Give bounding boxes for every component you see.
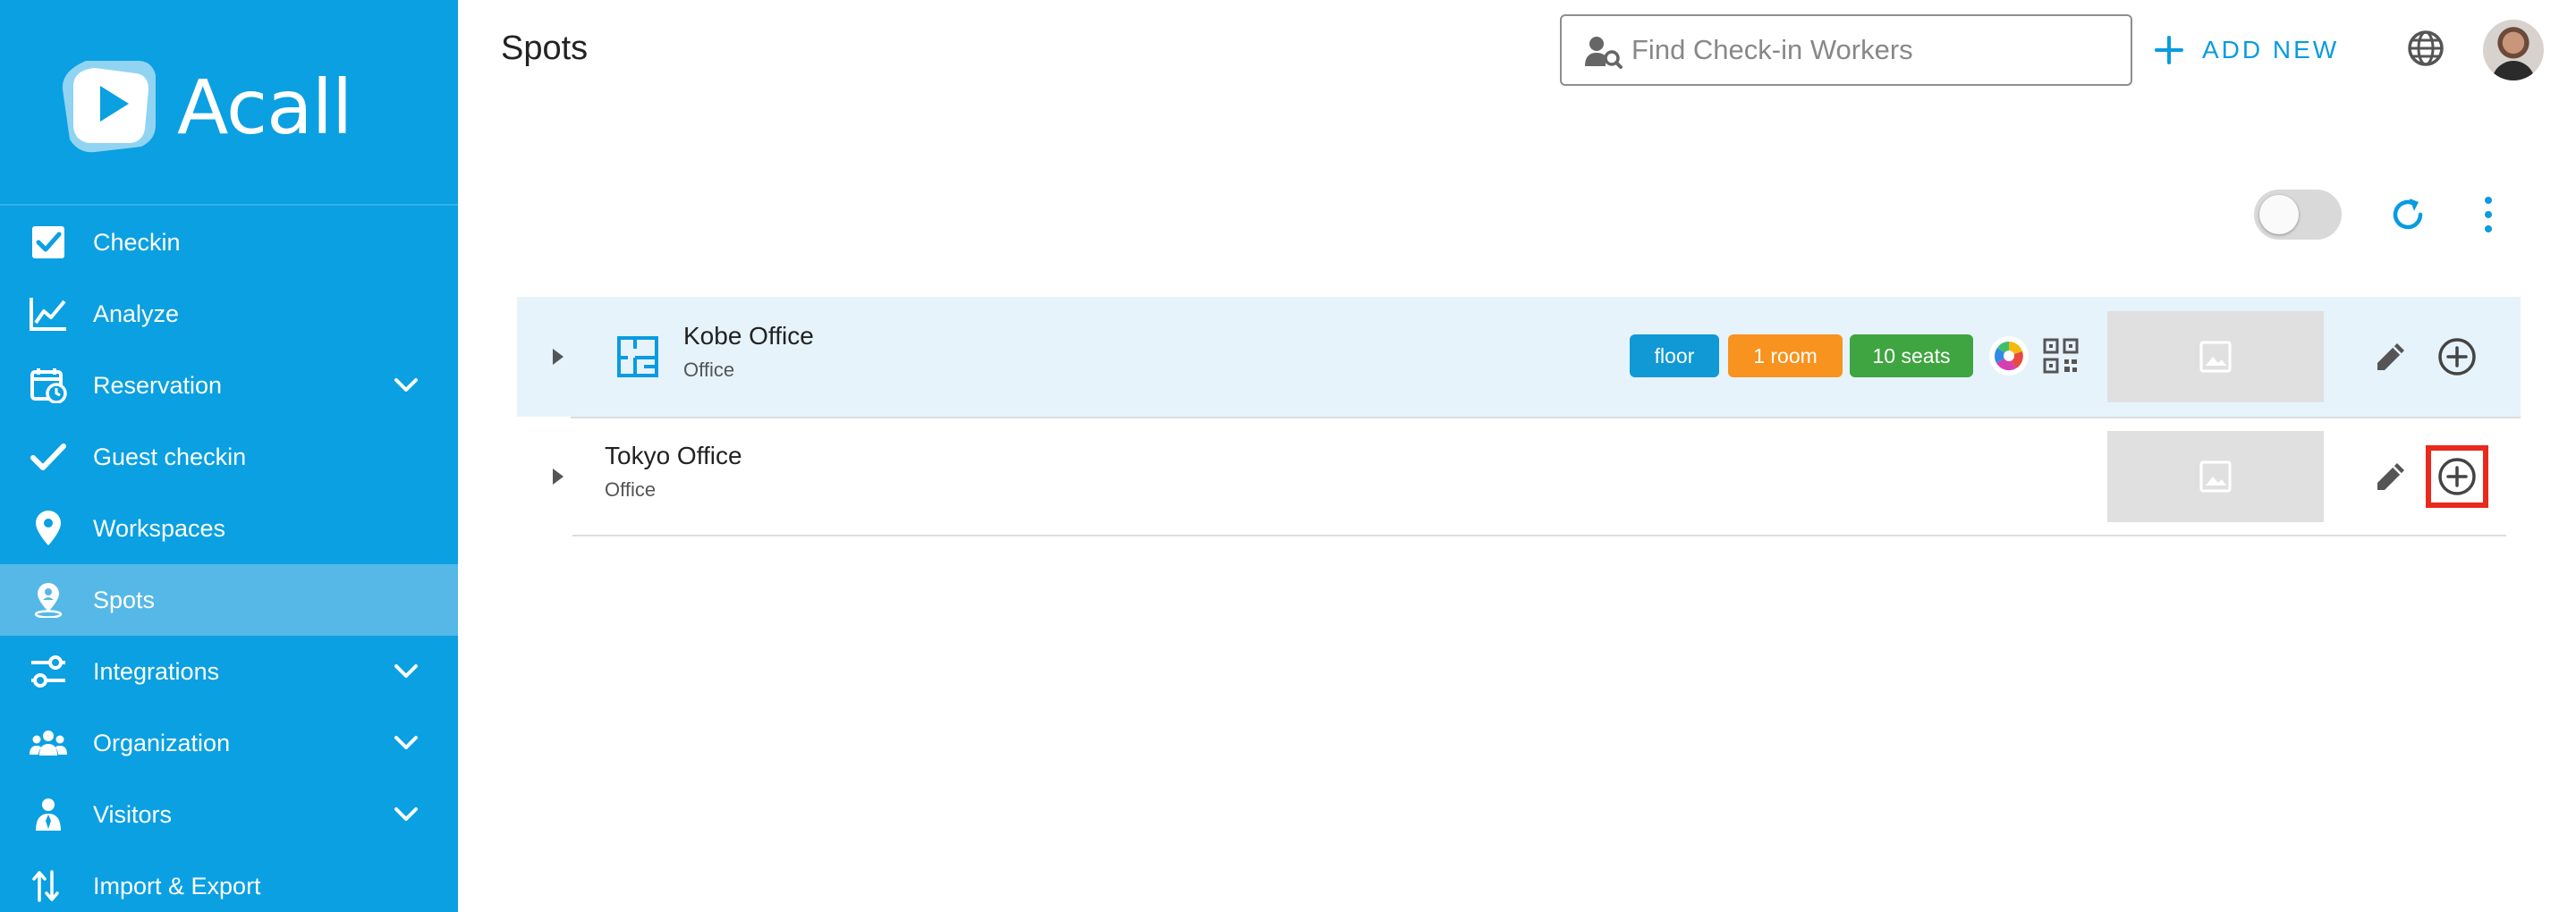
app-logo-icon (1989, 336, 2029, 376)
sliders-icon (31, 655, 65, 688)
search-person-icon (1585, 37, 1623, 69)
expand-caret-icon[interactable] (547, 463, 569, 490)
logo-area: Acall (0, 0, 458, 206)
toggle-knob (2259, 195, 2299, 234)
globe-icon[interactable] (2406, 29, 2445, 68)
sidebar-item-label: Reservation (93, 372, 223, 399)
checkbox-icon (32, 226, 64, 258)
sidebar: Acall Checkin Analyze Reservation Guest … (0, 0, 458, 912)
expand-caret-icon[interactable] (547, 343, 569, 370)
sidebar-item-guest-checkin[interactable]: Guest checkin (0, 421, 458, 493)
search-box[interactable] (1560, 14, 2132, 86)
spot-row[interactable]: Kobe Office Office floor 1 room 10 seats (517, 297, 2521, 418)
visitor-icon (36, 798, 61, 831)
chevron-down-icon[interactable] (392, 730, 420, 756)
spot-name: Kobe Office (683, 322, 814, 350)
sidebar-item-label: Analyze (93, 300, 180, 327)
sidebar-item-label: Import & Export (93, 873, 261, 899)
add-child-spot-icon[interactable] (2436, 456, 2478, 497)
floor-tag: floor (1630, 334, 1719, 377)
image-icon (2199, 460, 2232, 493)
add-new-button[interactable]: ADD NEW (2154, 21, 2339, 79)
map-pin-icon (36, 511, 61, 545)
sidebar-item-reservation[interactable]: Reservation (0, 350, 458, 421)
room-count-tag: 1 room (1728, 334, 1843, 377)
sidebar-item-spots[interactable]: Spots (0, 564, 458, 636)
spot-type: Office (683, 359, 735, 381)
import-export-icon (32, 870, 59, 902)
spot-image-placeholder[interactable] (2107, 311, 2324, 402)
sidebar-item-label: Spots (93, 587, 156, 613)
chevron-down-icon[interactable] (392, 659, 420, 684)
spot-type: Office (605, 478, 657, 501)
spot-image-placeholder[interactable] (2107, 431, 2324, 522)
avatar[interactable] (2483, 20, 2544, 80)
search-input[interactable] (1631, 25, 2114, 75)
add-new-label: ADD NEW (2202, 36, 2340, 63)
sidebar-item-integrations[interactable]: Integrations (0, 636, 458, 707)
refresh-icon[interactable] (2386, 193, 2429, 236)
avatar-shirt (2492, 61, 2535, 80)
floor-plan-icon (617, 336, 658, 377)
add-child-spot-icon[interactable] (2436, 336, 2478, 377)
sidebar-item-label: Guest checkin (93, 443, 247, 470)
sidebar-item-workspaces[interactable]: Workspaces (0, 493, 458, 564)
sidebar-item-checkin[interactable]: Checkin (0, 207, 458, 278)
edit-pencil-icon[interactable] (2372, 458, 2410, 495)
checkmark-icon (30, 443, 66, 470)
qr-code-icon[interactable] (2043, 338, 2079, 374)
logo-text: Acall (177, 63, 352, 151)
sidebar-nav: Checkin Analyze Reservation Guest checki… (0, 207, 458, 912)
image-icon (2199, 341, 2232, 373)
sidebar-item-label: Integrations (93, 658, 220, 685)
sidebar-item-label: Visitors (93, 801, 173, 828)
more-vertical-icon[interactable] (2481, 193, 2496, 236)
sidebar-item-label: Organization (93, 730, 231, 756)
edit-pencil-icon[interactable] (2372, 338, 2410, 376)
acall-logo-icon (62, 61, 156, 153)
view-toggle[interactable] (2254, 190, 2342, 240)
sidebar-item-analyze[interactable]: Analyze (0, 278, 458, 350)
sidebar-item-label: Workspaces (93, 515, 226, 542)
line-chart-icon (30, 298, 66, 331)
calendar-clock-icon (30, 368, 67, 403)
chevron-down-icon[interactable] (392, 802, 420, 827)
seat-count-tag: 10 seats (1850, 334, 1973, 377)
sidebar-item-organization[interactable]: Organization (0, 707, 458, 779)
chevron-down-icon[interactable] (392, 373, 420, 398)
sidebar-item-import-export[interactable]: Import & Export (0, 850, 458, 912)
row-divider (572, 535, 2506, 536)
sidebar-item-visitors[interactable]: Visitors (0, 779, 458, 850)
location-person-icon (34, 583, 63, 618)
page-title: Spots (501, 30, 589, 67)
sidebar-item-label: Checkin (93, 229, 181, 256)
spot-name: Tokyo Office (605, 442, 742, 469)
people-group-icon (30, 730, 67, 756)
spot-row[interactable]: Tokyo Office Office (517, 417, 2506, 536)
plus-icon (2155, 36, 2183, 64)
